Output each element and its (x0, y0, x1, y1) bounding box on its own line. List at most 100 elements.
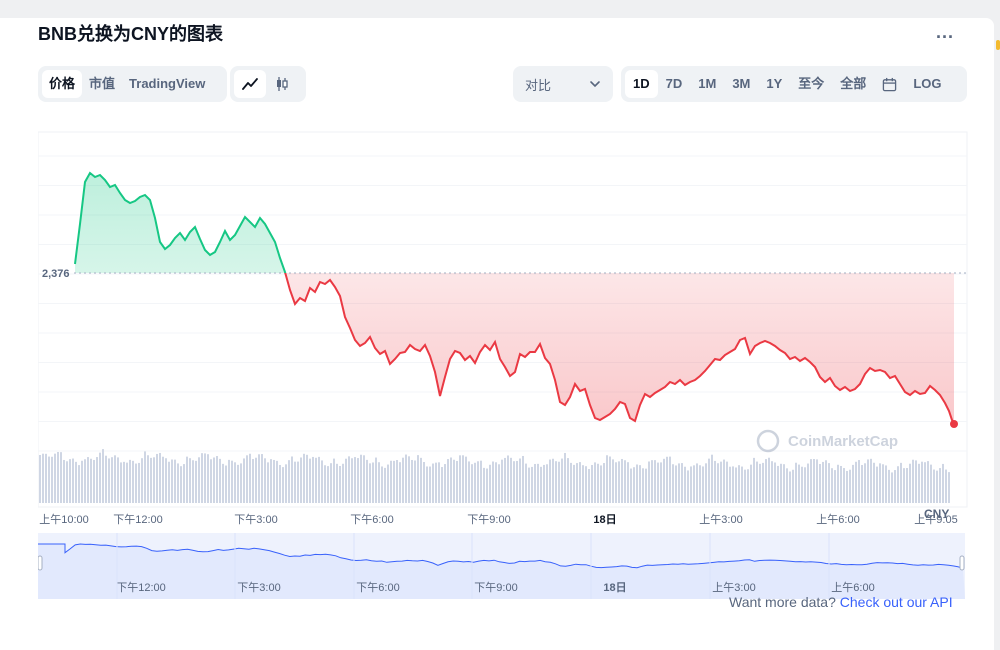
volume-bar (408, 456, 410, 503)
compare-dropdown[interactable]: 对比 (513, 66, 613, 102)
range-log[interactable]: LOG (905, 70, 949, 98)
tab-price[interactable]: 价格 (42, 70, 83, 98)
range-1y[interactable]: 1Y (758, 70, 790, 98)
volume-bar (825, 460, 827, 503)
volume-bar (927, 461, 929, 503)
navigator-handle-left[interactable] (37, 555, 43, 571)
range-3m[interactable]: 3M (724, 70, 758, 98)
volume-bar (225, 465, 227, 503)
volume-bar (330, 463, 332, 503)
more-options-button[interactable]: ... (936, 22, 954, 43)
navigator-handle-right[interactable] (959, 555, 965, 571)
volume-bar (741, 466, 743, 503)
volume-bar (282, 467, 284, 503)
volume-bar (261, 454, 263, 503)
volume-bar (249, 453, 251, 503)
volume-bar (561, 458, 563, 503)
volume-bar (714, 460, 716, 503)
volume-bar (228, 459, 230, 503)
volume-bar (372, 462, 374, 503)
volume-bar (438, 462, 440, 503)
volume-bar (738, 465, 740, 503)
volume-bar (651, 460, 653, 503)
tab-tradingview[interactable]: TradingView (122, 70, 212, 98)
volume-bar (177, 463, 179, 503)
volume-bar (858, 460, 860, 503)
volume-bar (711, 454, 713, 503)
volume-bar (813, 459, 815, 503)
volume-bar (798, 464, 800, 503)
volume-bar (123, 461, 125, 503)
volume-bar (294, 461, 296, 503)
volume-bar (258, 454, 260, 503)
volume-bar (237, 464, 239, 503)
volume-bar (942, 463, 944, 503)
volume-bar (630, 468, 632, 503)
tab-market-cap[interactable]: 市值 (82, 70, 122, 98)
candlestick-button[interactable] (266, 70, 298, 98)
volume-bar (588, 469, 590, 503)
volume-bar (753, 457, 755, 503)
volume-bar (861, 465, 863, 503)
volume-bar (666, 456, 668, 503)
volume-bar (897, 466, 899, 503)
range-1m[interactable]: 1M (690, 70, 724, 98)
volume-bar (501, 459, 503, 503)
volume-bar (888, 469, 890, 503)
volume-bar (567, 458, 569, 503)
volume-bar (498, 464, 500, 503)
volume-bar (570, 462, 572, 503)
volume-bar (42, 453, 44, 503)
volume-bar (345, 458, 347, 503)
volume-bar (144, 451, 146, 503)
volume-bar (519, 458, 521, 503)
volume-bar (528, 467, 530, 503)
volume-bar (321, 460, 323, 503)
volume-bar (720, 461, 722, 503)
volume-bar (729, 466, 731, 503)
volume-bar (723, 459, 725, 503)
volume-bar (84, 459, 86, 503)
volume-bar (846, 470, 848, 503)
volume-bar (864, 463, 866, 503)
volume-bar (924, 462, 926, 503)
range-7d[interactable]: 7D (658, 70, 691, 98)
volume-bar (459, 455, 461, 503)
watermark-text: CoinMarketCap (788, 433, 898, 450)
volume-bar (423, 462, 425, 503)
volume-bar (336, 463, 338, 503)
volume-bar (105, 455, 107, 503)
volume-bar (810, 459, 812, 503)
range-1d[interactable]: 1D (625, 70, 658, 98)
volume-bar (816, 459, 818, 503)
volume-bar (222, 463, 224, 503)
volume-bar (342, 463, 344, 503)
volume-bar (204, 453, 206, 503)
volume-bar (210, 459, 212, 503)
volume-bar (600, 465, 602, 503)
volume-bar (393, 460, 395, 503)
volume-bar (699, 465, 701, 503)
range-all[interactable]: 全部 (832, 70, 874, 98)
volume-bar (381, 466, 383, 503)
volume-bar (162, 456, 164, 503)
volume-bar (618, 461, 620, 503)
volume-bar (549, 459, 551, 503)
navigator-tick-label: 下午3:00 (237, 581, 280, 594)
volume-bar (246, 455, 248, 503)
volume-bar (411, 459, 413, 503)
volume-bar (363, 455, 365, 503)
volume-bar (450, 457, 452, 503)
navigator-tick-label: 上午6:00 (831, 581, 874, 594)
calendar-button[interactable] (874, 70, 905, 98)
range-ytd[interactable]: 至今 (790, 70, 832, 98)
volume-bar (51, 456, 53, 503)
line-chart-button[interactable] (234, 70, 266, 98)
volume-bar (48, 456, 50, 503)
volume-bar (789, 471, 791, 503)
volume-bar (315, 457, 317, 503)
api-link[interactable]: Check out our API (840, 594, 953, 610)
volume-bar (213, 457, 215, 503)
volume-bar (156, 453, 158, 503)
volume-bar (597, 463, 599, 503)
